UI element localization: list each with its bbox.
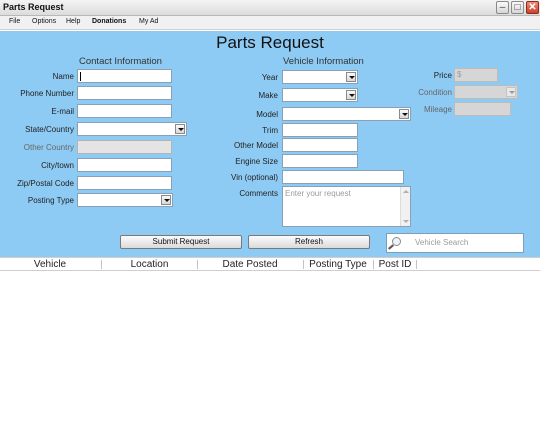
price-label: Price [433, 71, 452, 80]
magnifier-handle [388, 244, 394, 250]
mileage-input[interactable] [454, 102, 511, 116]
menu-options[interactable]: Options [32, 18, 56, 25]
state-label: State/Country [25, 125, 74, 134]
other-model-label: Other Model [233, 141, 278, 150]
column-divider [416, 260, 417, 269]
results-header: Vehicle Location Date Posted Posting Typ… [0, 257, 540, 271]
chevron-down-icon [399, 109, 409, 119]
page-title: Parts Request [216, 33, 324, 52]
name-input[interactable] [77, 69, 172, 83]
make-select[interactable] [282, 88, 358, 102]
maximize-button[interactable]: □ [511, 1, 524, 14]
price-input[interactable]: $ [454, 68, 498, 82]
menu-donations[interactable]: Donations [92, 18, 126, 25]
trim-input[interactable] [282, 123, 358, 137]
maximize-icon: □ [514, 2, 521, 13]
results-grid[interactable]: Vehicle Location Date Posted Posting Typ… [0, 257, 540, 436]
model-label: Model [256, 110, 278, 119]
scroll-up-icon [403, 190, 409, 193]
condition-label: Condition [418, 88, 452, 97]
text-cursor [80, 72, 81, 81]
window-title: Parts Request [3, 2, 64, 12]
close-icon: ✕ [528, 2, 537, 13]
chevron-down-icon [346, 72, 356, 82]
phone-input[interactable] [77, 86, 172, 100]
chevron-down-icon [175, 124, 185, 134]
comments-textarea[interactable]: Enter your request [282, 186, 411, 227]
minimize-icon: – [499, 2, 506, 13]
name-label: Name [52, 72, 74, 81]
menu-file[interactable]: File [9, 18, 20, 25]
column-location[interactable]: Location [102, 259, 197, 270]
chevron-down-icon [346, 90, 356, 100]
minimize-button[interactable]: – [496, 1, 509, 14]
other-model-input[interactable] [282, 138, 358, 152]
contact-section-title: Contact Information [79, 56, 162, 67]
price-placeholder: $ [457, 70, 462, 79]
menu-bar: File Options Help Donations My Ad [0, 16, 540, 30]
column-vehicle[interactable]: Vehicle [0, 259, 100, 270]
trim-label: Trim [262, 126, 278, 135]
city-label: City/town [41, 161, 74, 170]
model-select[interactable] [282, 107, 411, 121]
condition-select[interactable] [454, 85, 518, 99]
make-label: Make [258, 91, 278, 100]
engine-size-label: Engine Size [235, 157, 278, 166]
state-select[interactable] [77, 122, 187, 136]
engine-size-input[interactable] [282, 154, 358, 168]
other-country-input[interactable] [77, 140, 172, 154]
menu-help[interactable]: Help [66, 18, 80, 25]
city-input[interactable] [77, 158, 172, 172]
mileage-label: Mileage [423, 105, 452, 114]
column-posting-type[interactable]: Posting Type [304, 259, 372, 270]
zip-label: Zip/Postal Code [17, 179, 74, 188]
vin-label: Vin (optional) [231, 173, 278, 182]
column-post-id[interactable]: Post ID [374, 259, 416, 270]
comments-placeholder: Enter your request [285, 189, 351, 198]
refresh-button[interactable]: Refresh [248, 235, 370, 249]
close-button[interactable]: ✕ [526, 1, 539, 14]
year-label: Year [261, 73, 278, 82]
menu-my-ad[interactable]: My Ad [139, 18, 158, 25]
chevron-down-icon [161, 195, 171, 205]
email-label: E-mail [51, 107, 74, 116]
vehicle-section-title: Vehicle Information [283, 56, 364, 67]
email-input[interactable] [77, 104, 172, 118]
comments-scrollbar[interactable] [400, 187, 410, 226]
vehicle-search-placeholder: Vehicle Search [415, 238, 469, 247]
phone-label: Phone Number [20, 89, 74, 98]
zip-input[interactable] [77, 176, 172, 190]
scroll-down-icon [403, 220, 409, 223]
chevron-down-icon [506, 87, 516, 97]
vin-input[interactable] [282, 170, 404, 184]
vehicle-search-box[interactable]: Vehicle Search [386, 233, 524, 253]
posting-type-label: Posting Type [27, 196, 74, 205]
submit-request-button[interactable]: Submit Request [120, 235, 242, 249]
other-country-label: Other Country [23, 143, 74, 152]
title-bar: Parts Request – □ ✕ [0, 0, 540, 16]
request-form: Parts Request Contact Information Name P… [0, 31, 540, 257]
comments-label: Comments [239, 189, 278, 198]
posting-type-select[interactable] [77, 193, 173, 207]
column-date-posted[interactable]: Date Posted [198, 259, 302, 270]
year-select[interactable] [282, 70, 358, 84]
